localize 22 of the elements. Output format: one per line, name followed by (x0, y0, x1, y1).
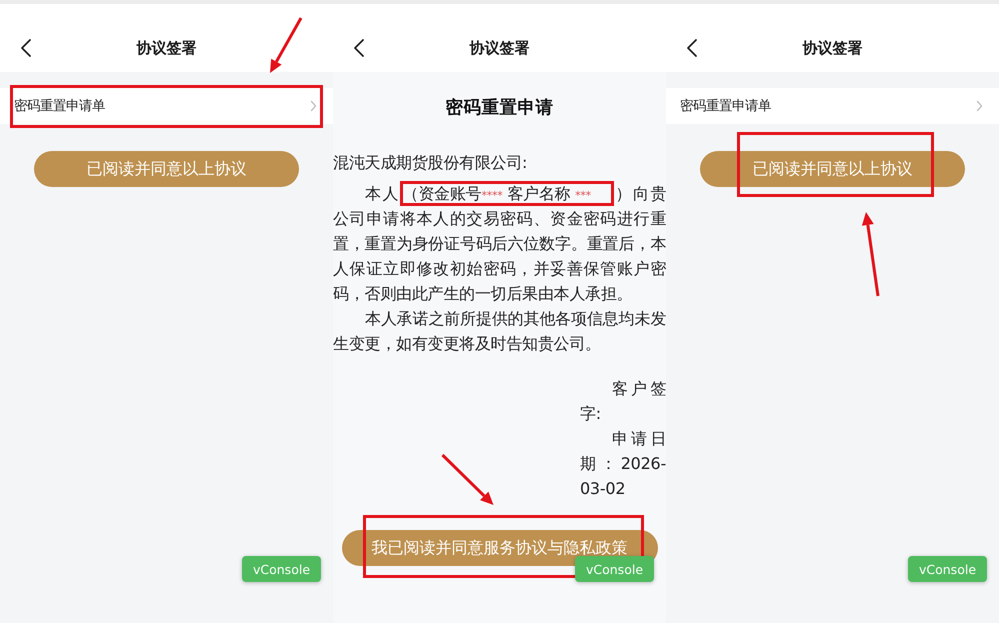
document-title: 密码重置申请 (444, 96, 554, 120)
signature-text: 客户签字: (580, 378, 666, 424)
page-title: 协议签署 (136, 38, 196, 59)
salutation-text: 混沌天成期货股份有限公司: (333, 152, 528, 174)
chevron-left-icon[interactable] (20, 38, 32, 58)
agree-button[interactable]: 我已阅读并同意服务协议与隐私政策 (342, 530, 658, 566)
paragraph-text: 本人承诺之前所提供的其他各项信息均未发生变更，如有变更将及时告知贵公司。 (333, 308, 666, 354)
page-title: 协议签署 (470, 38, 530, 59)
agreement-item[interactable]: 密码重置申请单 (0, 88, 333, 124)
paragraph-text: 本人 （资金账号**** 客户名称 *** ）向贵公司申请将本人的交易密码、资金密码进行重置，重置为身份证号码后六位数字。重置后，本人保证立即修改初始密码，并妥善保管账户密码，否则由此产生的一切后果由本人承担。 (333, 180, 666, 306)
agree-button[interactable]: 已阅读并同意以上协议 (700, 151, 965, 187)
vconsole-button[interactable]: vConsole (242, 556, 321, 582)
chevron-left-icon[interactable] (353, 38, 365, 58)
vconsole-button[interactable]: vConsole (908, 556, 987, 582)
vconsole-button[interactable]: vConsole (575, 556, 654, 582)
agree-button[interactable]: 已阅读并同意以上协议 (34, 151, 299, 187)
chevron-right-icon (976, 100, 983, 112)
chevron-left-icon[interactable] (686, 38, 698, 58)
signature-text: 申请日期：2026-03-02 (580, 428, 666, 500)
page-title: 协议签署 (802, 38, 862, 59)
agreement-item[interactable]: 密码重置申请单 (666, 88, 999, 124)
chevron-right-icon (310, 100, 317, 112)
